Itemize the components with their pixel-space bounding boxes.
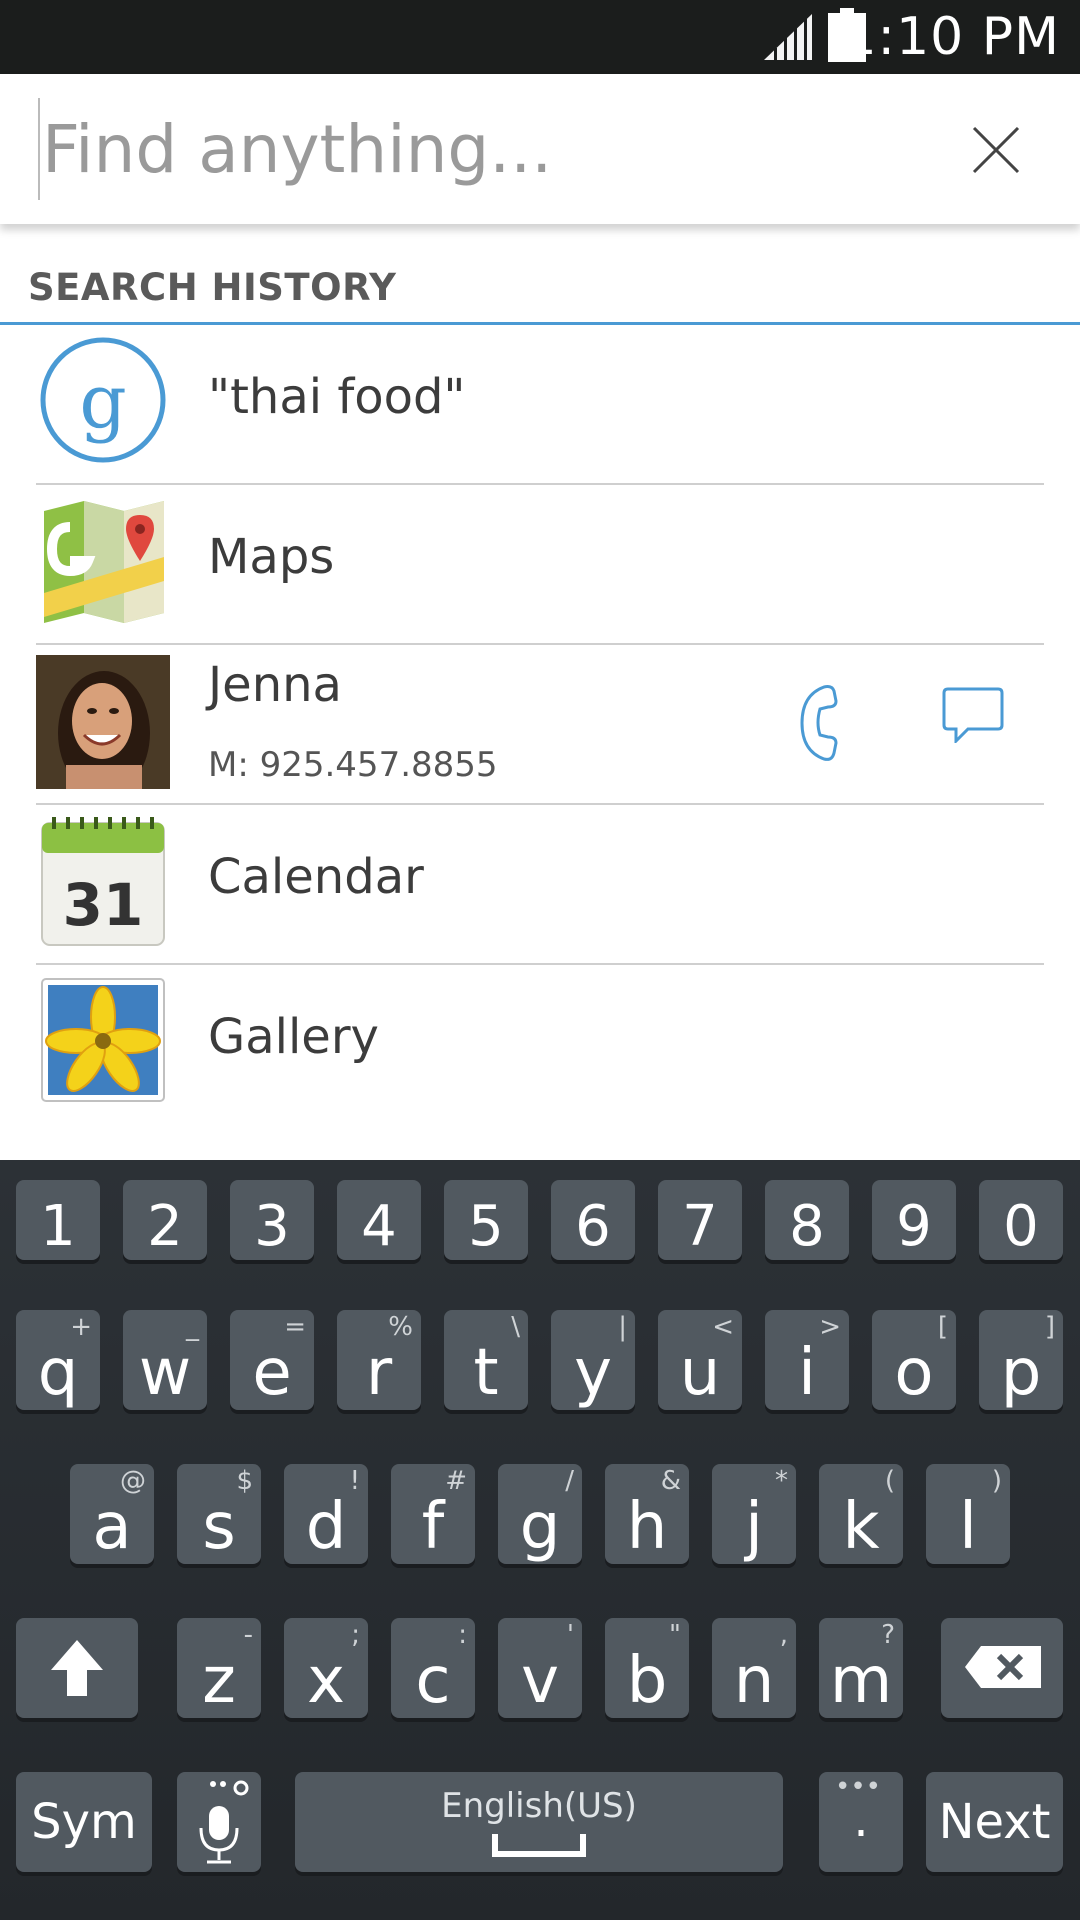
key-p[interactable]: ] p [979, 1310, 1063, 1410]
space-key[interactable]: English(US) [295, 1772, 783, 1872]
key-z[interactable]: -z [177, 1618, 261, 1718]
key-1[interactable]: 1 [16, 1180, 100, 1260]
section-title: SEARCH HISTORY [28, 266, 397, 309]
key-a[interactable]: @ a [70, 1464, 154, 1564]
result-app-gallery[interactable]: Gallery [36, 965, 1044, 1123]
keyboard: 1 2 3 4 5 6 7 8 9 0 + q _ w = e % r \ t | y < u… [0, 1160, 1080, 1920]
call-icon[interactable] [798, 683, 850, 763]
key-w[interactable]: _ w [123, 1310, 207, 1410]
section-header: SEARCH HISTORY [0, 230, 1080, 325]
result-app-maps[interactable]: Maps [36, 485, 1044, 645]
key-h[interactable]: & h [605, 1464, 689, 1564]
result-web-search[interactable]: g "thai food" [36, 325, 1044, 485]
key-c[interactable]: :c [391, 1618, 475, 1718]
key-y[interactable]: | y [551, 1310, 635, 1410]
message-icon[interactable] [942, 685, 1004, 743]
microphone-icon [199, 1780, 249, 1864]
svg-text:g: g [79, 359, 126, 445]
voice-input-key[interactable] [177, 1772, 261, 1872]
key-i[interactable]: > i [765, 1310, 849, 1410]
key-x[interactable]: ; x [284, 1618, 368, 1718]
key-q[interactable]: + q [16, 1310, 100, 1410]
key-g[interactable]: / g [498, 1464, 582, 1564]
key-v[interactable]: ' v [498, 1618, 582, 1718]
gallery-icon [41, 978, 165, 1102]
key-5[interactable]: 5 [444, 1180, 528, 1260]
space-bar-icon [492, 1834, 586, 1857]
key-r[interactable]: % r [337, 1310, 421, 1410]
result-app-calendar[interactable]: 31 Calendar [36, 805, 1044, 965]
key-t[interactable]: \ t [444, 1310, 528, 1410]
status-bar: 1:10 PM [0, 0, 1080, 74]
sym-key[interactable]: Sym [16, 1772, 152, 1872]
google-search-icon: g [40, 337, 166, 463]
period-key[interactable]: ••• . [819, 1772, 903, 1872]
key-s[interactable]: $ s [177, 1464, 261, 1564]
key-j[interactable]: * j [712, 1464, 796, 1564]
calendar-icon: 31 [41, 817, 165, 946]
result-title: Maps [208, 529, 335, 585]
backspace-icon [965, 1646, 1041, 1688]
key-8[interactable]: 8 [765, 1180, 849, 1260]
key-n[interactable]: ,n [712, 1618, 796, 1718]
key-9[interactable]: 9 [872, 1180, 956, 1260]
shift-key[interactable] [16, 1618, 138, 1718]
key-l[interactable]: ) l [926, 1464, 1010, 1564]
next-key[interactable]: Next [926, 1772, 1063, 1872]
result-title: "thai food" [208, 369, 466, 425]
key-6[interactable]: 6 [551, 1180, 635, 1260]
key-4[interactable]: 4 [337, 1180, 421, 1260]
backspace-key[interactable] [941, 1618, 1063, 1718]
maps-icon [44, 501, 164, 623]
key-o[interactable]: [o [872, 1310, 956, 1410]
search-bar [0, 74, 1080, 224]
shift-arrow-icon [51, 1640, 103, 1696]
contact-phone: M: 925.457.8855 [208, 745, 498, 785]
contact-photo [36, 655, 170, 789]
key-d[interactable]: ! d [284, 1464, 368, 1564]
key-7[interactable]: 7 [658, 1180, 742, 1260]
key-f[interactable]: # f [391, 1464, 475, 1564]
status-time: 1:10 PM [843, 7, 1060, 67]
key-2[interactable]: 2 [123, 1180, 207, 1260]
result-title: Calendar [208, 849, 424, 905]
key-k[interactable]: (k [819, 1464, 903, 1564]
contact-name: Jenna [208, 657, 342, 713]
key-u[interactable]: < u [658, 1310, 742, 1410]
key-0[interactable]: 0 [979, 1180, 1063, 1260]
close-icon[interactable] [966, 120, 1026, 180]
key-e[interactable]: = e [230, 1310, 314, 1410]
search-input[interactable] [38, 98, 944, 200]
result-title: Gallery [208, 1009, 379, 1065]
key-m[interactable]: ? m [819, 1618, 903, 1718]
key-b[interactable]: " b [605, 1618, 689, 1718]
signal-icon [764, 14, 812, 60]
key-3[interactable]: 3 [230, 1180, 314, 1260]
result-contact[interactable]: Jenna M: 925.457.8855 [36, 645, 1044, 805]
calendar-day: 31 [63, 871, 144, 939]
